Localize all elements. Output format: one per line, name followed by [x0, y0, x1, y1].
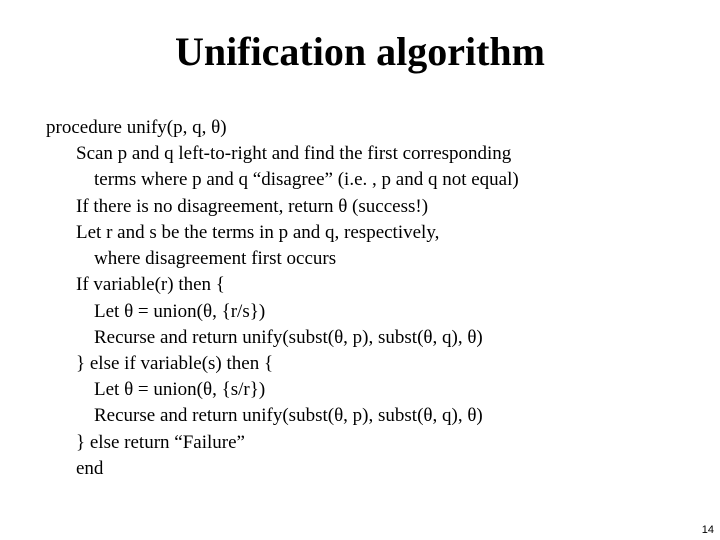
code-line: Let θ = union(θ, {s/r}): [46, 377, 686, 403]
code-line: procedure unify(p, q, θ): [46, 115, 686, 141]
code-line: end: [46, 456, 686, 482]
code-line: Let θ = union(θ, {r/s}): [46, 299, 686, 325]
page-number: 14: [702, 524, 714, 536]
code-line: where disagreement first occurs: [46, 246, 686, 272]
code-line: } else return “Failure”: [46, 430, 686, 456]
slide-body: procedure unify(p, q, θ) Scan p and q le…: [46, 115, 686, 482]
code-line: Recurse and return unify(subst(θ, p), su…: [46, 403, 686, 429]
code-line: If variable(r) then {: [46, 272, 686, 298]
code-line: If there is no disagreement, return θ (s…: [46, 194, 686, 220]
slide-title: Unification algorithm: [0, 28, 720, 75]
code-line: Let r and s be the terms in p and q, res…: [46, 220, 686, 246]
code-line: } else if variable(s) then {: [46, 351, 686, 377]
code-line: terms where p and q “disagree” (i.e. , p…: [46, 167, 686, 193]
code-line: Recurse and return unify(subst(θ, p), su…: [46, 325, 686, 351]
code-line: Scan p and q left-to-right and find the …: [46, 141, 686, 167]
slide: Unification algorithm procedure unify(p,…: [0, 0, 720, 540]
